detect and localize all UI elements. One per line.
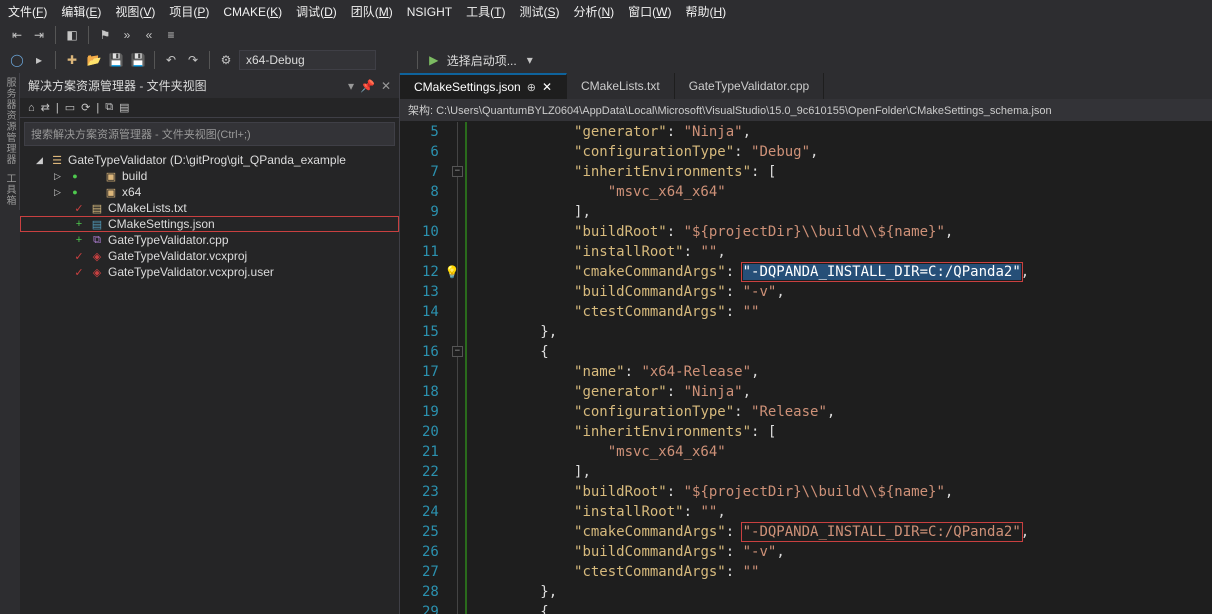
config-select[interactable]: x64-Debug [239,50,376,70]
new-file-icon[interactable]: ✚ [63,51,81,69]
refresh-icon[interactable]: ⟳ [81,101,90,114]
menu-item[interactable]: 窗口(W) [628,3,671,20]
menu-item[interactable]: 项目(P) [169,3,209,20]
tree-file[interactable]: ✓▤CMakeLists.txt [20,200,399,216]
code-text[interactable]: "generator": "Ninja", "configurationType… [465,122,1029,614]
menu-item[interactable]: 工具(T) [466,3,505,20]
tree-file[interactable]: +⧉GateTypeValidator.cpp [20,232,399,248]
play-icon[interactable]: ▶ [425,51,443,69]
nav-outdent-icon[interactable]: ⇤ [8,26,26,44]
save-icon[interactable]: 💾 [107,51,125,69]
menu-item[interactable]: 团队(M) [351,3,393,20]
explorer-toolbar: ⌂ ⇄ | ▭ ⟳ | ⧉ ▤ [20,98,399,118]
solution-explorer: 解决方案资源管理器 - 文件夹视图 ▾ 📌 ✕ ⌂ ⇄ | ▭ ⟳ | ⧉ ▤ … [20,73,400,614]
undo-icon[interactable]: ↶ [162,51,180,69]
nav-indent-icon[interactable]: ⇥ [30,26,48,44]
menu-item[interactable]: 编辑(E) [61,3,101,20]
fold-minus-icon[interactable]: − [452,346,463,357]
tree-file[interactable]: +▤CMakeSettings.json [20,216,399,232]
tree-root[interactable]: ◢☰GateTypeValidator (D:\gitProg\git_QPan… [20,152,399,168]
toolbar-2: ◯ ▸ ✚ 📂 💾 💾 ↶ ↷ ⚙ x64-Debug ▶ 选择启动项... ▾ [0,47,1212,73]
document-tab[interactable]: GateTypeValidator.cpp [675,73,825,99]
save-all-icon[interactable]: 💾 [129,51,147,69]
fold-minus-icon[interactable]: − [452,166,463,177]
switch-icon[interactable]: ⇄ [41,101,50,114]
close-icon[interactable]: ✕ [542,80,552,94]
open-icon[interactable]: 📂 [85,51,103,69]
side-tab-server-explorer[interactable]: 服务器资源管理器 [0,73,20,169]
flag-icon[interactable]: ⚑ [96,26,114,44]
lightbulb-icon[interactable]: 💡 [445,262,460,282]
fold-gutter[interactable]: −− [451,122,465,614]
panel-close-icon[interactable]: ✕ [381,79,391,93]
tree-file[interactable]: ✓◈GateTypeValidator.vcxproj.user [20,264,399,280]
line-number-gutter: 5678910111213141516171819202122232425262… [400,122,451,614]
menu-item[interactable]: 文件(F) [8,3,47,20]
menu-bar: 文件(F) 编辑(E) 视图(V) 项目(P) CMAKE(K) 调试(D) 团队(M) NS… [0,0,1212,23]
document-tabs: CMakeSettings.json ⊕ ✕CMakeLists.txtGate… [400,73,1212,99]
menu-item[interactable]: 分析(N) [573,3,614,20]
side-tab-toolbox[interactable]: 工具箱 [0,169,20,210]
copy-icon[interactable]: ⧉ [105,101,113,114]
forward-icon[interactable]: ▸ [30,51,48,69]
schema-bar: 架构: C:\Users\QuantumBYLZ0604\AppData\Loc… [400,99,1212,122]
next-icon[interactable]: » [118,26,136,44]
menu-item[interactable]: CMAKE(K) [223,5,282,19]
config-icon[interactable]: ⚙ [217,51,235,69]
panel-title: 解决方案资源管理器 - 文件夹视图 ▾ 📌 ✕ [20,73,399,98]
collapse-icon[interactable]: ▭ [65,101,75,114]
document-tab[interactable]: CMakeLists.txt [567,73,675,99]
tree-file[interactable]: ✓◈GateTypeValidator.vcxproj [20,248,399,264]
menu-item[interactable]: 调试(D) [296,3,337,20]
menu-item[interactable]: NSIGHT [407,5,452,19]
file-tree: ◢☰GateTypeValidator (D:\gitProg\git_QPan… [20,150,399,614]
menu-item[interactable]: 测试(S) [519,3,559,20]
code-editor[interactable]: 5678910111213141516171819202122232425262… [400,122,1212,614]
view-icon[interactable]: ▤ [119,101,129,114]
panel-title-text: 解决方案资源管理器 - 文件夹视图 [28,77,207,94]
document-tab[interactable]: CMakeSettings.json ⊕ ✕ [400,73,567,99]
panel-dropdown-icon[interactable]: ▾ [348,79,354,93]
menu-item[interactable]: 帮助(H) [685,3,726,20]
menu-item[interactable]: 视图(V) [115,3,155,20]
toolbar-1: ⇤ ⇥ ◧ ⚑ » « ≡ [0,23,1212,47]
prev-icon[interactable]: « [140,26,158,44]
bookmark-icon[interactable]: ◧ [63,26,81,44]
tree-folder[interactable]: ▷●▣x64 [20,184,399,200]
tree-folder[interactable]: ▷●▣build [20,168,399,184]
start-label[interactable]: 选择启动项... [447,52,517,69]
list-icon[interactable]: ≡ [162,26,180,44]
panel-pin-icon[interactable]: 📌 [360,79,375,93]
editor-area: CMakeSettings.json ⊕ ✕CMakeLists.txtGate… [400,73,1212,614]
back-icon[interactable]: ◯ [8,51,26,69]
start-dropdown-icon[interactable]: ▾ [521,51,539,69]
explorer-search[interactable]: 搜索解决方案资源管理器 - 文件夹视图(Ctrl+;) [24,122,395,146]
home-icon[interactable]: ⌂ [28,102,35,114]
redo-icon[interactable]: ↷ [184,51,202,69]
